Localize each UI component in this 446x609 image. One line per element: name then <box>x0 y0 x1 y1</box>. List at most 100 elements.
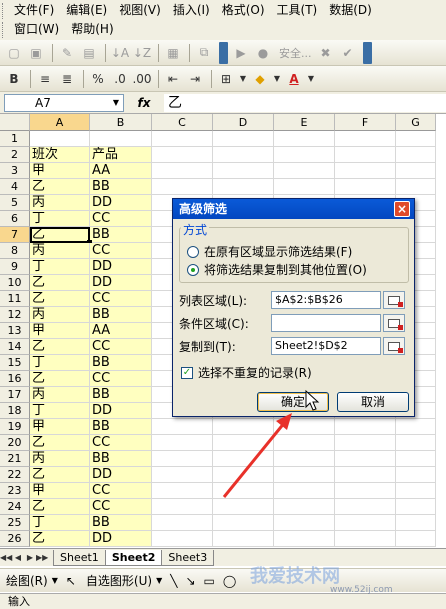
table-cell[interactable] <box>152 147 213 163</box>
table-cell[interactable] <box>213 467 274 483</box>
table-cell[interactable] <box>396 499 436 515</box>
table-cell[interactable] <box>152 499 213 515</box>
draw-menu[interactable]: 绘图(R) <box>6 572 48 589</box>
row-header[interactable]: 13 <box>0 323 30 339</box>
table-cell[interactable] <box>274 531 335 547</box>
table-cell[interactable]: 丁 <box>30 515 90 531</box>
row-header[interactable]: 24 <box>0 499 30 515</box>
toolbox-icon[interactable]: ✖ <box>316 43 336 63</box>
active-cell[interactable]: 乙 <box>30 227 90 243</box>
table-cell[interactable]: 丙 <box>30 307 90 323</box>
criteria-range-collapse-icon[interactable] <box>383 314 405 332</box>
option-in-place[interactable]: 在原有区域显示筛选结果(F) <box>187 243 352 260</box>
row-header[interactable]: 23 <box>0 483 30 499</box>
close-icon[interactable]: × <box>394 201 410 217</box>
arrow-tool-icon[interactable]: ↘ <box>185 574 195 588</box>
name-box-dropdown-icon[interactable]: ▼ <box>113 98 119 107</box>
table-cell[interactable] <box>274 163 335 179</box>
line-icon[interactable]: ╲ <box>170 574 177 588</box>
column-header-e[interactable]: E <box>274 114 335 131</box>
prev-sheet-icon[interactable]: ◀ <box>12 553 24 562</box>
table-cell[interactable] <box>152 467 213 483</box>
table-cell[interactable] <box>90 131 152 147</box>
table-cell[interactable] <box>274 179 335 195</box>
table-cell[interactable] <box>396 467 436 483</box>
table-cell[interactable] <box>335 451 396 467</box>
sort-desc-icon[interactable]: ↓Z <box>132 43 152 63</box>
table-cell[interactable] <box>152 179 213 195</box>
column-header-a[interactable]: A <box>30 114 90 131</box>
table-cell[interactable]: CC <box>90 211 152 227</box>
table-cell[interactable] <box>396 451 436 467</box>
row-header[interactable]: 6 <box>0 211 30 227</box>
table-cell[interactable]: 甲 <box>30 419 90 435</box>
table-cell[interactable] <box>213 435 274 451</box>
table-cell[interactable]: BB <box>90 179 152 195</box>
menu-item-6[interactable]: 数据(D) <box>323 1 378 20</box>
row-header[interactable]: 19 <box>0 419 30 435</box>
table-cell[interactable]: BB <box>90 387 152 403</box>
table-cell[interactable]: 丁 <box>30 211 90 227</box>
list-range-input[interactable]: $A$2:$B$26 <box>271 291 381 309</box>
unique-records-checkbox[interactable]: ✓ <box>181 366 193 379</box>
align-center-icon[interactable]: ≡ <box>35 69 55 89</box>
fill-color-dropdown-icon[interactable]: ▼ <box>272 69 282 89</box>
dialog-title-bar[interactable]: 高级筛选 × <box>173 199 414 219</box>
table-cell[interactable] <box>152 435 213 451</box>
draw-dropdown-icon[interactable]: ▼ <box>52 576 58 585</box>
sheet-tab-sheet2[interactable]: Sheet2 <box>104 549 163 566</box>
column-header-b[interactable]: B <box>90 114 152 131</box>
table-cell[interactable]: 乙 <box>30 275 90 291</box>
menu-item-5[interactable]: 工具(T) <box>271 1 324 20</box>
select-all-corner[interactable] <box>0 114 30 131</box>
menu-item-0[interactable]: 文件(F) <box>8 1 60 20</box>
criteria-range-input[interactable] <box>271 314 381 332</box>
column-header-c[interactable]: C <box>152 114 213 131</box>
list-range-collapse-icon[interactable] <box>383 291 405 309</box>
table-cell[interactable] <box>274 467 335 483</box>
row-header[interactable]: 21 <box>0 451 30 467</box>
paste-icon[interactable]: ▤ <box>79 43 99 63</box>
table-cell[interactable] <box>213 483 274 499</box>
sort-asc-icon[interactable]: ↓A <box>110 43 130 63</box>
table-cell[interactable] <box>213 499 274 515</box>
table-cell[interactable] <box>396 515 436 531</box>
table-cell[interactable] <box>335 131 396 147</box>
table-cell[interactable]: BB <box>90 515 152 531</box>
copy-icon[interactable]: ⧉ <box>194 43 214 63</box>
row-header[interactable]: 17 <box>0 387 30 403</box>
table-cell[interactable] <box>335 483 396 499</box>
row-header[interactable]: 22 <box>0 467 30 483</box>
row-header[interactable]: 18 <box>0 403 30 419</box>
row-header[interactable]: 4 <box>0 179 30 195</box>
table-cell[interactable] <box>152 483 213 499</box>
chart-wizard-icon[interactable]: ▦ <box>163 43 183 63</box>
new-icon[interactable]: ▢ <box>4 43 24 63</box>
table-cell[interactable] <box>213 515 274 531</box>
row-header[interactable]: 3 <box>0 163 30 179</box>
font-color-icon[interactable]: A <box>284 69 304 89</box>
table-cell[interactable]: DD <box>90 275 152 291</box>
menu-item-1[interactable]: 编辑(E) <box>60 1 113 20</box>
table-cell[interactable]: BB <box>90 355 152 371</box>
table-cell[interactable] <box>152 515 213 531</box>
table-cell[interactable] <box>396 419 436 435</box>
row-header[interactable]: 8 <box>0 243 30 259</box>
table-cell[interactable]: AA <box>90 323 152 339</box>
table-cell[interactable]: DD <box>90 467 152 483</box>
table-cell[interactable] <box>274 131 335 147</box>
align-right-icon[interactable]: ≣ <box>57 69 77 89</box>
table-cell[interactable] <box>274 515 335 531</box>
next-sheet-icon[interactable]: ▶ <box>24 553 36 562</box>
table-cell[interactable]: 班次 <box>30 147 90 163</box>
formula-input[interactable]: 乙 <box>164 93 446 112</box>
table-cell[interactable] <box>213 163 274 179</box>
table-cell[interactable] <box>152 451 213 467</box>
table-cell[interactable]: 乙 <box>30 339 90 355</box>
table-cell[interactable]: 产品 <box>90 147 152 163</box>
menubar-grip[interactable] <box>2 3 5 19</box>
row-header[interactable]: 5 <box>0 195 30 211</box>
fill-color-icon[interactable]: ◆ <box>250 69 270 89</box>
table-cell[interactable]: CC <box>90 243 152 259</box>
table-cell[interactable] <box>213 179 274 195</box>
